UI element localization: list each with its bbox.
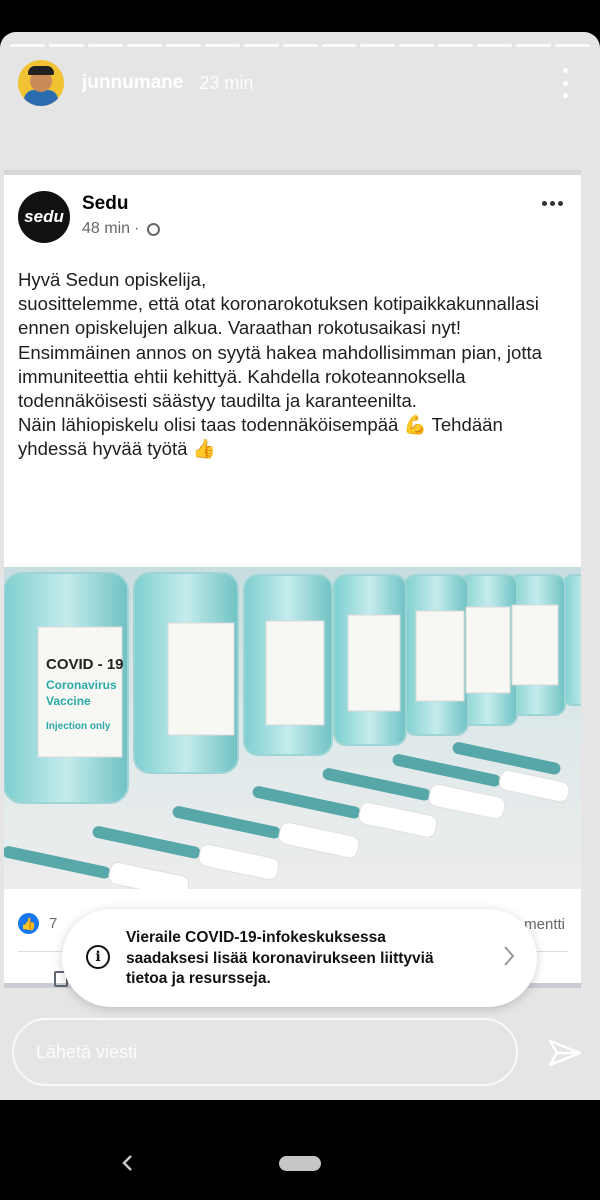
story-username[interactable]: junnumane (82, 72, 183, 94)
story-progress-bar (10, 44, 591, 47)
page-name[interactable]: Sedu (82, 193, 128, 215)
story-viewer[interactable]: junnumane 23 min sedu Sedu 48 min · Hyvä… (0, 32, 600, 1100)
info-icon: i (86, 945, 110, 969)
back-nav-icon[interactable] (121, 1154, 133, 1172)
avatar[interactable] (18, 60, 64, 106)
story-header: junnumane 23 min (18, 58, 582, 108)
system-nav-bar (0, 1100, 600, 1200)
vial-label-line2: Vaccine (46, 694, 91, 708)
shared-post: sedu Sedu 48 min · Hyvä Sedun opiskelija… (4, 170, 581, 988)
home-pill[interactable] (279, 1156, 321, 1171)
vial-label-line1: Coronavirus (46, 678, 117, 692)
covid-banner-text: Vieraile COVID-19-infokeskuksessa saadak… (126, 929, 434, 987)
chevron-right-icon (504, 946, 515, 966)
meta-separator: · (134, 220, 140, 237)
globe-icon (147, 222, 161, 236)
comment-count[interactable]: mentti (524, 916, 565, 933)
like-count: 7 (49, 915, 58, 932)
post-time: 48 min (82, 220, 131, 237)
post-meta: 48 min · (82, 220, 161, 238)
post-body: Hyvä Sedun opiskelija, suosittelemme, et… (18, 269, 543, 460)
more-options-icon[interactable] (558, 68, 572, 98)
vial-label-title: COVID - 19 (46, 656, 124, 673)
reactions[interactable]: 👍 7 (18, 913, 57, 934)
reply-placeholder: Lähetä viesti (36, 1042, 138, 1062)
send-icon[interactable] (548, 1038, 582, 1068)
post-text: Hyvä Sedun opiskelija, suosittelemme, et… (18, 268, 568, 462)
story-time: 23 min (199, 72, 254, 93)
vial-label-line3: Injection only (46, 721, 111, 732)
like-icon: 👍 (18, 913, 39, 934)
post-image-vaccine-vials: COVID - 19 Coronavirus Vaccine Injection… (4, 567, 581, 889)
post-header: sedu Sedu 48 min · (18, 191, 563, 247)
reply-input[interactable]: Lähetä viesti (12, 1018, 518, 1086)
page-logo[interactable]: sedu (18, 191, 70, 243)
post-more-icon[interactable] (542, 201, 563, 206)
covid-info-banner[interactable]: i Vieraile COVID-19-infokeskuksessa saad… (62, 909, 537, 1007)
